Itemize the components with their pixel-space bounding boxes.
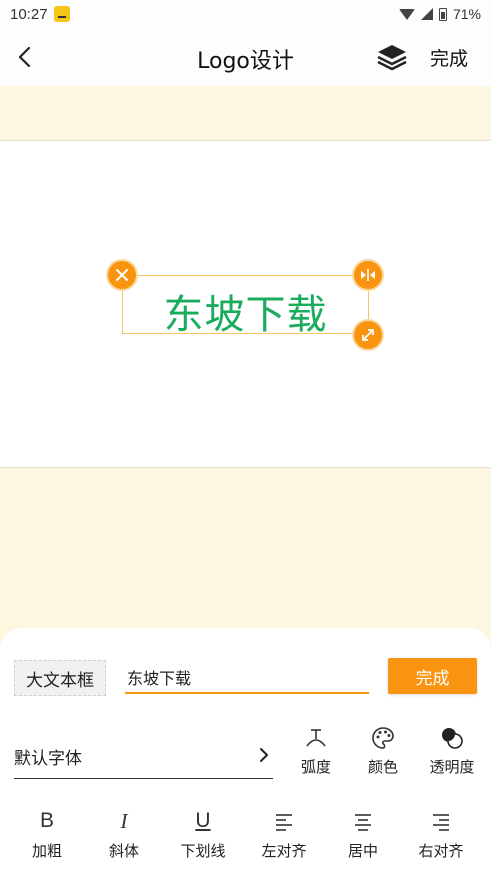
align-right-label: 右对齐 — [418, 842, 464, 860]
logo-text-input[interactable] — [125, 662, 369, 694]
bold-icon: B — [39, 809, 54, 832]
align-left-icon — [249, 808, 319, 834]
underline-icon: U — [195, 809, 211, 832]
bold-label: 加粗 — [31, 842, 62, 860]
opacity-tool-label: 透明度 — [429, 758, 475, 776]
header-done-button[interactable]: 完成 — [430, 44, 468, 71]
signal-icon — [420, 8, 433, 20]
status-indicators: 71% — [398, 6, 481, 22]
align-right-button[interactable]: 右对齐 — [406, 808, 476, 861]
flip-horizontal-icon — [361, 269, 375, 281]
color-tool[interactable]: 颜色 — [351, 726, 415, 782]
opacity-icon — [442, 728, 463, 749]
arc-icon — [306, 729, 326, 747]
battery-icon — [438, 7, 447, 21]
arc-tool-label: 弧度 — [300, 758, 331, 776]
panel-done-button[interactable]: 完成 — [388, 658, 477, 694]
text-editor-panel: 大文本框 完成 默认字体 弧度 颜色 透明度 — [0, 628, 491, 873]
delete-handle[interactable] — [106, 259, 138, 291]
layers-icon — [377, 45, 407, 71]
font-selector[interactable]: 默认字体 — [14, 732, 273, 779]
format-toolbar: B 加粗 I 斜体 U 下划线 左对齐 居中 右对齐 — [0, 808, 491, 868]
wifi-icon — [398, 8, 415, 20]
italic-button[interactable]: I 斜体 — [89, 808, 159, 861]
color-tool-label: 颜色 — [367, 758, 398, 776]
page-title: Logo设计 — [197, 49, 294, 74]
app-notification-icon — [53, 6, 70, 22]
close-icon — [116, 269, 128, 281]
bold-button[interactable]: B 加粗 — [12, 808, 82, 861]
palette-icon — [372, 727, 394, 749]
status-time: 10:27 — [10, 5, 48, 23]
arc-tool[interactable]: 弧度 — [284, 726, 348, 782]
canvas-margin-top — [0, 86, 491, 140]
text-box-type[interactable]: 大文本框 — [14, 660, 106, 696]
align-left-button[interactable]: 左对齐 — [249, 808, 319, 861]
battery-percent: 71% — [452, 6, 481, 22]
flip-handle[interactable] — [352, 259, 384, 291]
underline-label: 下划线 — [180, 842, 226, 860]
opacity-tool[interactable]: 透明度 — [420, 726, 484, 782]
chevron-left-icon — [18, 46, 31, 68]
align-center-label: 居中 — [347, 842, 378, 860]
chevron-right-icon — [260, 748, 268, 762]
italic-icon: I — [120, 809, 128, 833]
italic-label: 斜体 — [108, 842, 139, 860]
align-center-button[interactable]: 居中 — [328, 808, 398, 861]
font-name: 默认字体 — [14, 749, 82, 769]
resize-handle[interactable] — [352, 319, 384, 351]
align-center-icon — [328, 808, 398, 834]
underline-button[interactable]: U 下划线 — [168, 808, 238, 861]
app-header: Logo设计 完成 — [0, 28, 491, 86]
layers-button[interactable] — [376, 42, 408, 72]
back-button[interactable] — [12, 42, 40, 72]
align-right-icon — [406, 808, 476, 834]
status-bar: 10:27 71% — [0, 0, 491, 28]
logo-canvas[interactable]: 东坡下载 — [0, 140, 491, 468]
resize-icon — [362, 329, 374, 341]
align-left-label: 左对齐 — [261, 842, 307, 860]
logo-text-box[interactable]: 东坡下载 — [122, 275, 369, 338]
logo-text[interactable]: 东坡下载 — [123, 282, 368, 340]
